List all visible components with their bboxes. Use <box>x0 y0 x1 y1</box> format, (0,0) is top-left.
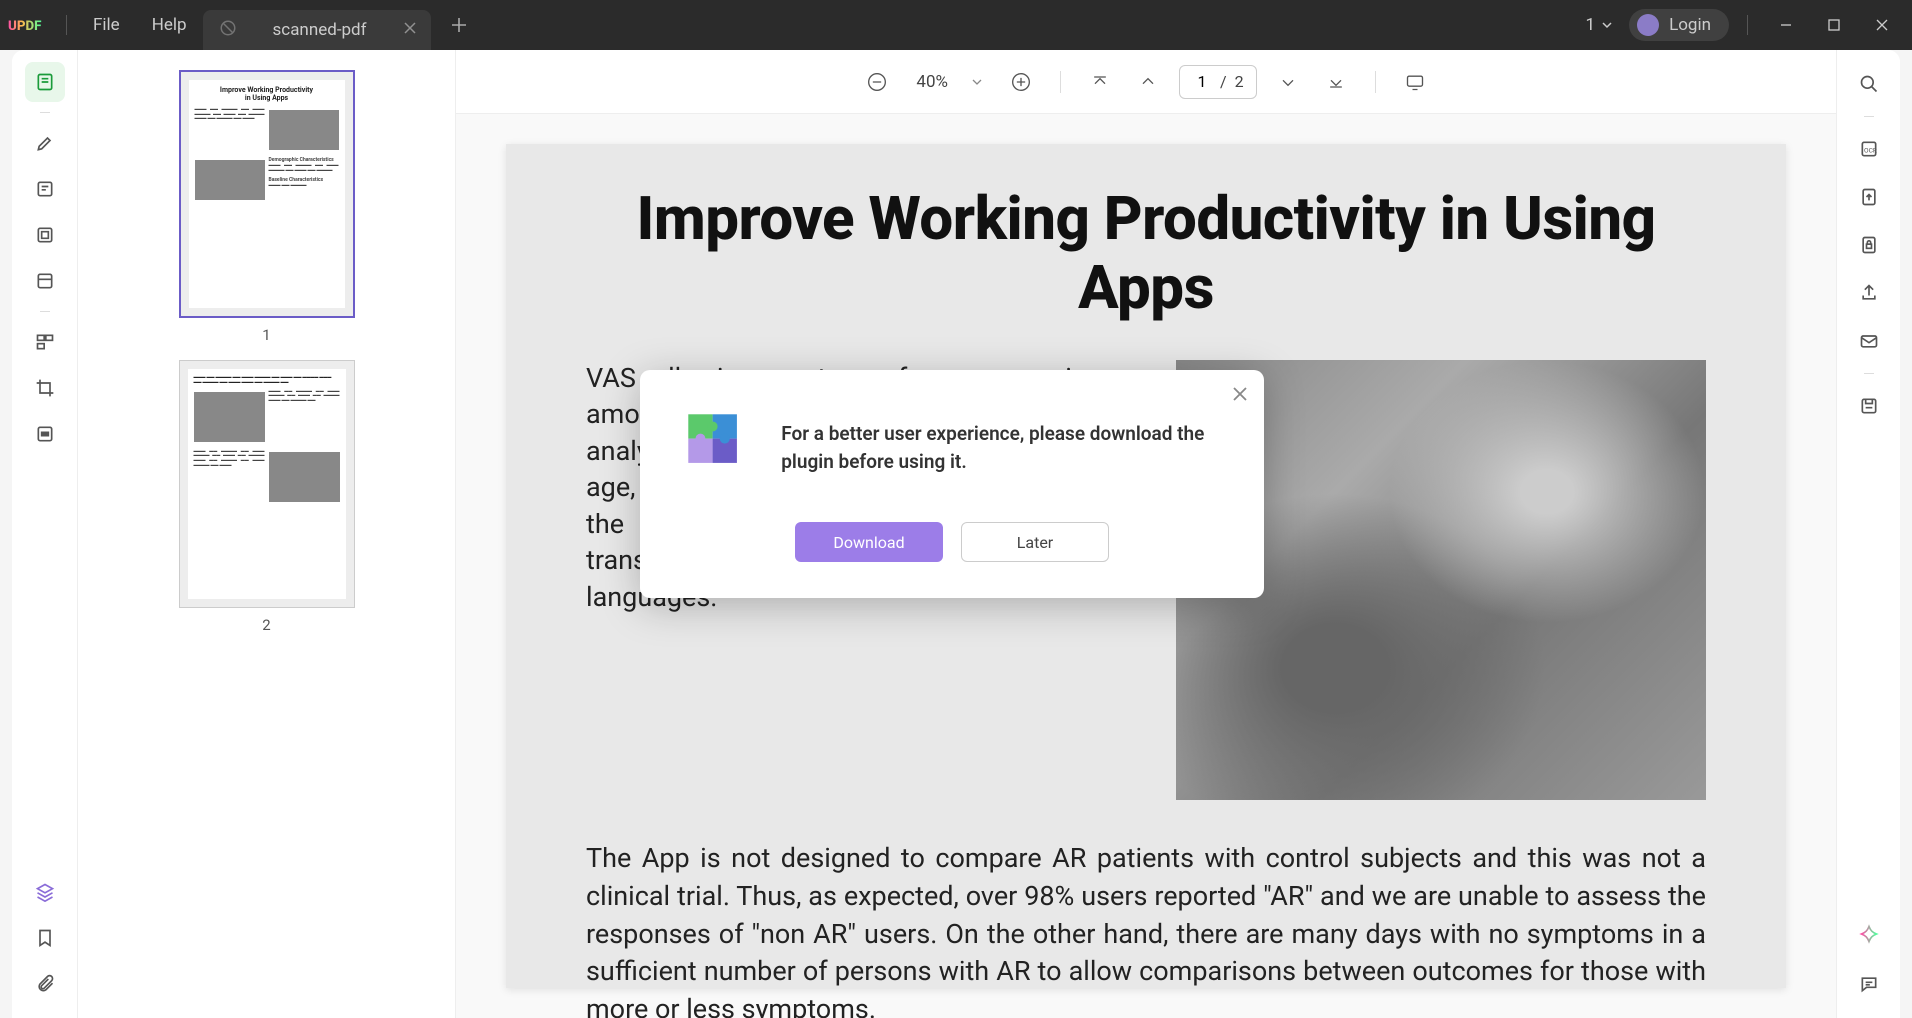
organize-tool[interactable] <box>25 322 65 362</box>
search-button[interactable] <box>1849 64 1889 104</box>
zoom-out-button[interactable] <box>860 65 894 99</box>
login-label: Login <box>1669 15 1711 35</box>
chevron-down-icon <box>1601 19 1613 31</box>
modal-message: For a better user experience, please dow… <box>781 420 1220 477</box>
zoom-in-button[interactable] <box>1004 65 1038 99</box>
zoom-value: 40% <box>916 72 948 92</box>
edit-text-tool[interactable] <box>25 169 65 209</box>
maximize-button[interactable] <box>1814 5 1854 45</box>
save-button[interactable] <box>1849 386 1889 426</box>
viewer-toolbar: 40% / 2 <box>456 50 1836 114</box>
page-thumbnail-2[interactable]: ▬▬▬ ▬▬ ▬▬▬▬ ▬▬ ▬▬▬ ▬▬▬▬ ▬▬ ▬▬▬ ▬▬ ▬▬▬▬ ▬… <box>179 360 355 608</box>
login-button[interactable]: Login <box>1629 9 1729 41</box>
tab-doc-icon <box>219 19 237 42</box>
modal-close-button[interactable] <box>1230 384 1250 404</box>
page-thumbnail-1[interactable]: Improve Working Productivityin Using App… <box>179 70 355 318</box>
attachment-button[interactable] <box>25 964 65 1004</box>
thumbnail-label-2: 2 <box>262 616 270 634</box>
svg-text:OCR: OCR <box>1864 146 1877 154</box>
zoom-level[interactable]: 40% <box>908 72 990 92</box>
avatar-icon <box>1637 14 1659 36</box>
form-tool[interactable] <box>25 261 65 301</box>
window-count[interactable]: 1 <box>1578 15 1622 35</box>
plugin-modal: For a better user experience, please dow… <box>640 370 1264 598</box>
window-count-num: 1 <box>1586 15 1596 35</box>
reader-tool[interactable] <box>25 62 65 102</box>
left-toolbar <box>12 50 78 1018</box>
edit-page-tool[interactable] <box>25 215 65 255</box>
download-button[interactable]: Download <box>795 522 943 562</box>
right-toolbar: OCR <box>1836 50 1900 1018</box>
page-indicator: / 2 <box>1179 65 1257 99</box>
later-button[interactable]: Later <box>961 522 1109 562</box>
page-input[interactable] <box>1192 72 1212 91</box>
next-page-button[interactable] <box>1271 65 1305 99</box>
close-window-button[interactable] <box>1862 5 1902 45</box>
thumbnail-label-1: 1 <box>262 326 270 344</box>
document-title: Improve Working Productivity in Using Ap… <box>586 184 1706 322</box>
prev-page-button[interactable] <box>1131 65 1165 99</box>
share-button[interactable] <box>1849 273 1889 313</box>
first-page-button[interactable] <box>1083 65 1117 99</box>
puzzle-icon <box>684 410 741 486</box>
titlebar: UPDF File Help scanned-pdf 1 Login <box>0 0 1912 50</box>
zoom-dropdown-icon <box>972 77 982 87</box>
document-paragraph-2: The App is not designed to compare AR pa… <box>586 840 1706 1018</box>
document-tab[interactable]: scanned-pdf <box>203 10 431 50</box>
tab-label: scanned-pdf <box>273 20 367 40</box>
svg-text:UPDF: UPDF <box>8 19 42 34</box>
redact-tool[interactable] <box>25 414 65 454</box>
new-tab-button[interactable] <box>439 5 479 45</box>
page-total: 2 <box>1235 72 1244 91</box>
last-page-button[interactable] <box>1319 65 1353 99</box>
ai-button[interactable] <box>1849 914 1889 954</box>
layers-button[interactable] <box>25 872 65 912</box>
email-button[interactable] <box>1849 321 1889 361</box>
menu-file[interactable]: File <box>77 0 136 50</box>
bookmark-button[interactable] <box>25 918 65 958</box>
minimize-button[interactable] <box>1766 5 1806 45</box>
protect-button[interactable] <box>1849 225 1889 265</box>
app-logo: UPDF <box>0 0 56 50</box>
presentation-button[interactable] <box>1398 65 1432 99</box>
page-separator: / <box>1220 72 1227 91</box>
comment-button[interactable] <box>1849 964 1889 1004</box>
convert-button[interactable] <box>1849 177 1889 217</box>
thumbnail-panel: Improve Working Productivityin Using App… <box>78 50 456 1018</box>
crop-tool[interactable] <box>25 368 65 408</box>
ocr-button[interactable]: OCR <box>1849 129 1889 169</box>
highlight-tool[interactable] <box>25 123 65 163</box>
menu-help[interactable]: Help <box>136 0 203 50</box>
tab-close-icon[interactable] <box>403 20 417 40</box>
